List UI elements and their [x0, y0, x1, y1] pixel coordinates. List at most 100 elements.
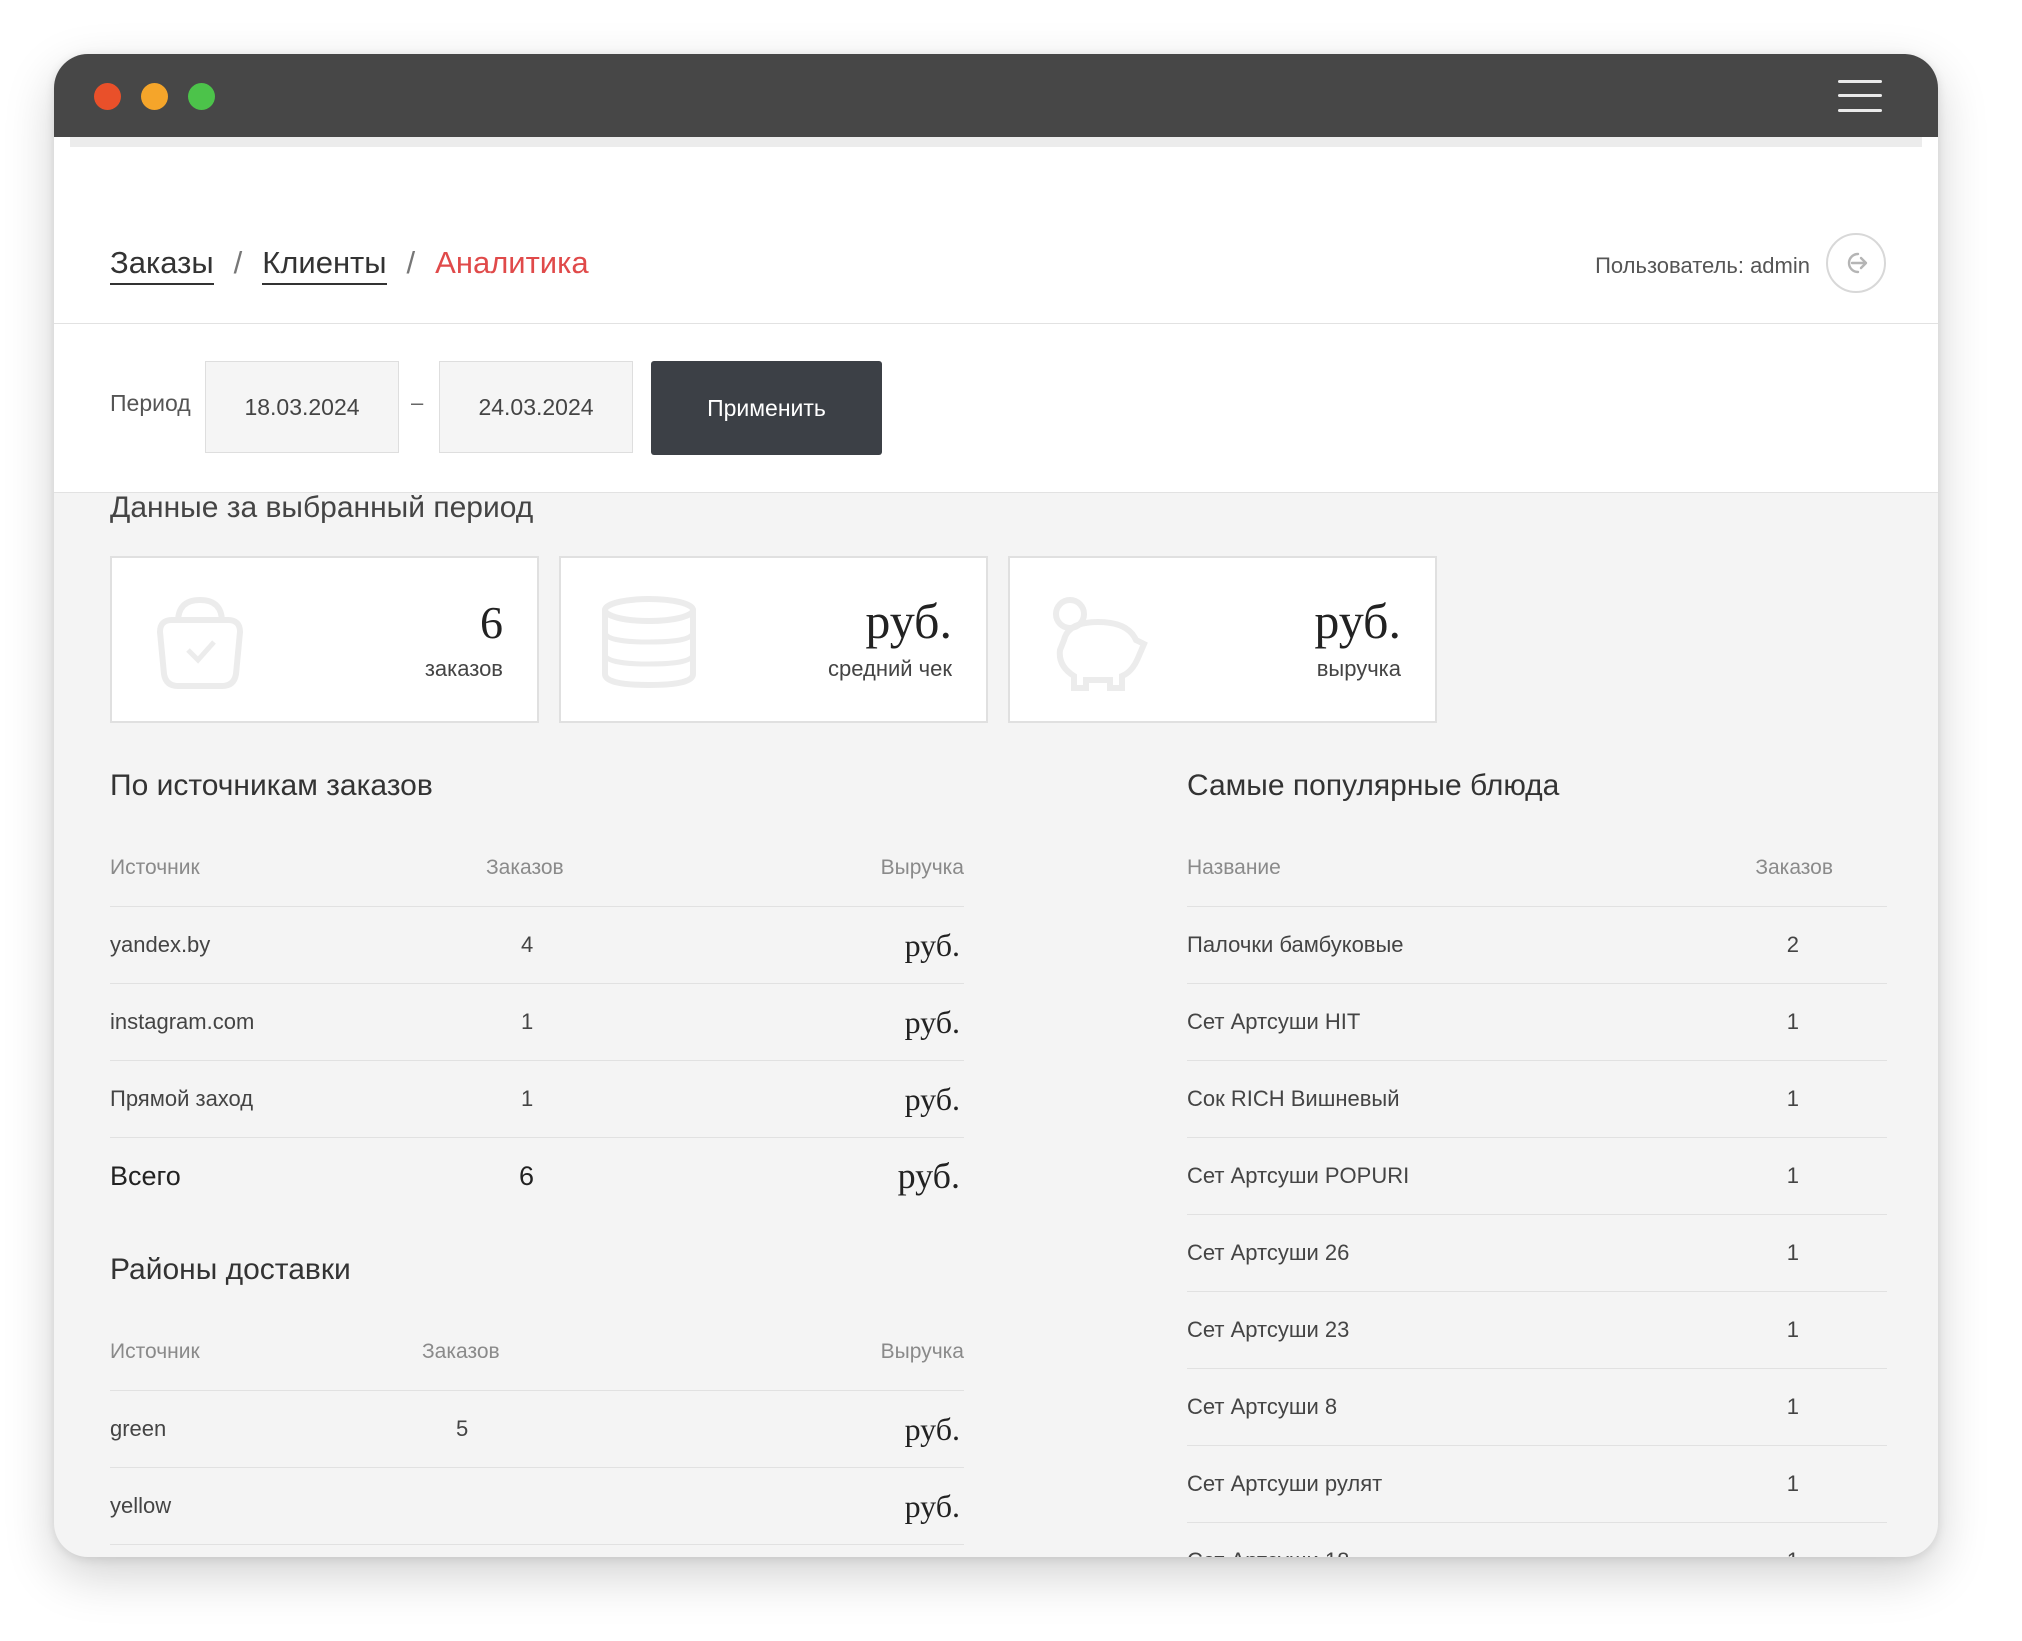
apply-button[interactable]: Применить: [651, 361, 882, 455]
table-row: Сет Артсуши рулят 1: [1187, 1446, 1887, 1523]
column-header-orders: Заказов: [486, 856, 564, 879]
period-from-input[interactable]: [205, 361, 399, 453]
table-row: Сет Артсуши 23 1: [1187, 1292, 1887, 1369]
coins-stack-icon: [602, 596, 696, 689]
district-name: yellow: [110, 1493, 172, 1518]
piggy-bank-icon: [1053, 597, 1148, 691]
dish-orders: 1: [1786, 1317, 1799, 1342]
source-revenue: руб.: [904, 1004, 960, 1040]
window-titlebar: [54, 54, 1938, 137]
source-orders: 1: [521, 1009, 534, 1034]
table-total-row: Всего 6 руб.: [110, 1138, 964, 1214]
dish-name: Сет Артсуши 26: [1187, 1240, 1350, 1265]
table-row: Прямой заход 1 руб.: [110, 1061, 964, 1138]
table-row: Сет Артсуши 26 1: [1187, 1215, 1887, 1292]
district-orders: 5: [456, 1416, 469, 1441]
period-to-input[interactable]: [439, 361, 633, 453]
source-orders: 1: [521, 1086, 534, 1111]
orders-count-card: 6 заказов: [110, 556, 539, 723]
period-filter: Период – Применить: [54, 324, 1938, 493]
dish-name: Сет Артсуши 23: [1187, 1317, 1350, 1342]
table-row: yandex.by 4 руб.: [110, 907, 964, 984]
revenue-card: руб. выручка: [1008, 556, 1437, 723]
source-name: yandex.by: [110, 932, 211, 957]
column-header-orders: Заказов: [422, 1340, 500, 1363]
dish-name: Сет Артсуши рулят: [1187, 1471, 1383, 1496]
minimize-window-button[interactable]: [141, 83, 168, 110]
column-header-name: Название: [1187, 856, 1281, 879]
dish-orders: 1: [1786, 1163, 1799, 1188]
dish-orders: 2: [1786, 932, 1799, 957]
table-header: Источник Заказов Выручка: [110, 1314, 964, 1391]
source-revenue: руб.: [904, 927, 960, 963]
table-row: instagram.com 1 руб.: [110, 984, 964, 1061]
header-accent-bar: [70, 137, 1922, 147]
column-header-revenue: Выручка: [880, 1340, 964, 1363]
period-dash: –: [411, 390, 424, 415]
table-row: Сет Артсуши HIT 1: [1187, 984, 1887, 1061]
hamburger-menu-icon[interactable]: [1838, 78, 1882, 114]
dish-name: Сет Артсуши 8: [1187, 1394, 1338, 1419]
total-orders: 6: [519, 1161, 535, 1191]
header: Заказы / Клиенты / Аналитика Пользователь: a…: [54, 137, 1938, 324]
close-window-button[interactable]: [94, 83, 121, 110]
dish-orders: 1: [1786, 1009, 1799, 1034]
table-row: Сет Артсуши 8 1: [1187, 1369, 1887, 1446]
dish-orders: 1: [1786, 1394, 1799, 1419]
district-revenue: руб.: [904, 1488, 960, 1524]
orders-count-value: 6: [480, 597, 503, 648]
total-revenue: руб.: [897, 1156, 960, 1196]
breadcrumb-clients-link[interactable]: Клиенты: [262, 245, 387, 285]
dish-orders: 1: [1786, 1086, 1799, 1111]
table-row: Сок RICH Вишневый 1: [1187, 1061, 1887, 1138]
table-header: Источник Заказов Выручка: [110, 830, 964, 907]
table-row: green 5 руб.: [110, 1391, 964, 1468]
districts-table: Источник Заказов Выручка green 5 руб. ye…: [110, 1314, 964, 1545]
maximize-window-button[interactable]: [188, 83, 215, 110]
column-header-orders: Заказов: [1755, 856, 1833, 879]
source-orders: 4: [521, 932, 534, 957]
dish-orders: 1: [1786, 1240, 1799, 1265]
shopping-bag-icon: [156, 596, 244, 689]
districts-title: Районы доставки: [110, 1253, 351, 1286]
column-header-revenue: Выручка: [880, 856, 964, 879]
sources-table: Источник Заказов Выручка yandex.by 4 руб…: [110, 830, 964, 1214]
source-name: Прямой заход: [110, 1086, 254, 1111]
dish-name: Сет Артсуши HIT: [1187, 1009, 1361, 1034]
breadcrumb-separator: /: [406, 245, 416, 280]
column-header-source: Источник: [110, 856, 200, 879]
period-label: Период: [110, 390, 191, 416]
browser-window: Заказы / Клиенты / Аналитика Пользователь: a…: [54, 54, 1938, 1557]
average-check-caption: средний чек: [828, 656, 952, 681]
table-header: Название Заказов: [1187, 830, 1887, 907]
logout-icon: [1847, 252, 1868, 274]
dish-name: Сок RICH Вишневый: [1187, 1086, 1400, 1111]
revenue-caption: выручка: [1316, 656, 1401, 681]
dish-orders: 1: [1786, 1471, 1799, 1496]
dish-name: Сет Артсуши POPURI: [1187, 1163, 1410, 1188]
sources-title: По источникам заказов: [110, 769, 433, 802]
breadcrumb-orders-link[interactable]: Заказы: [110, 245, 214, 285]
dish-orders: 1: [1787, 1523, 1799, 1557]
dish-name: Палочки бамбуковые: [1187, 932, 1404, 957]
breadcrumb-separator: /: [233, 245, 243, 280]
column-header-source: Источник: [110, 1340, 200, 1363]
current-user-label: Пользователь: admin: [1595, 253, 1810, 278]
dish-name: Сет Артсуши 18: [1187, 1523, 1349, 1557]
average-check-card: руб. средний чек: [559, 556, 988, 723]
popular-dishes-title: Самые популярные блюда: [1187, 769, 1560, 802]
district-revenue: руб.: [904, 1411, 960, 1447]
source-revenue: руб.: [904, 1081, 960, 1117]
table-row: Палочки бамбуковые 2: [1187, 907, 1887, 984]
breadcrumb: Заказы / Клиенты / Аналитика: [110, 245, 589, 285]
average-check-value: руб.: [865, 593, 952, 649]
total-label: Всего: [110, 1161, 181, 1191]
summary-title: Данные за выбранный период: [110, 491, 534, 524]
district-name: green: [110, 1416, 167, 1441]
orders-count-caption: заказов: [424, 656, 503, 681]
revenue-value: руб.: [1314, 593, 1401, 649]
popular-dishes-table: Название Заказов Палочки бамбуковые 2 Се…: [1187, 830, 1887, 1557]
logout-button[interactable]: [1826, 233, 1886, 293]
table-row: Сет Артсуши 18 1: [1187, 1523, 1887, 1557]
table-row: yellow руб.: [110, 1468, 964, 1545]
